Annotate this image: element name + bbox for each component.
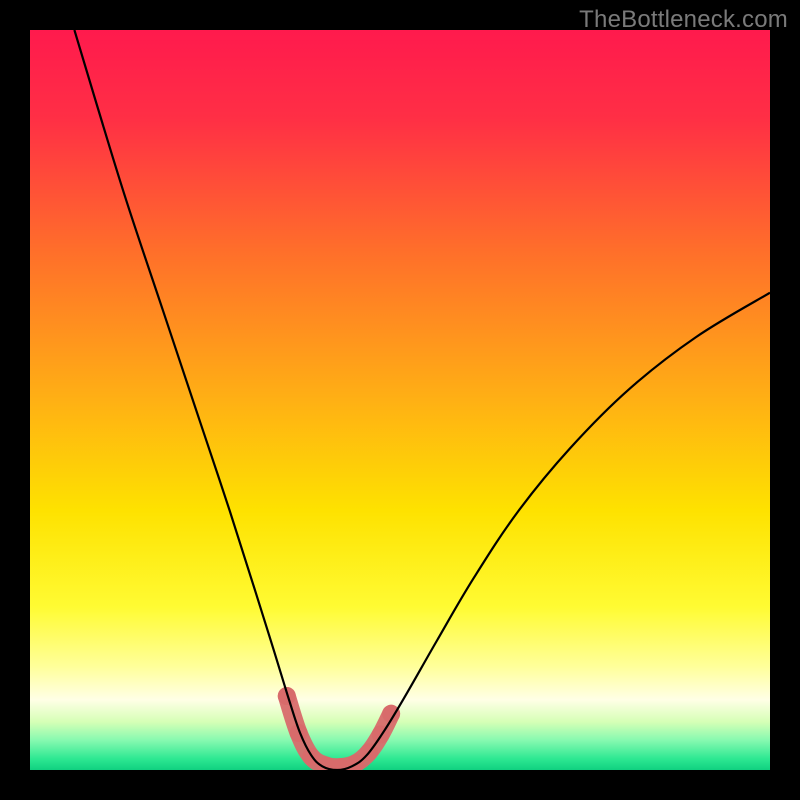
plot-area [30, 30, 770, 770]
bottleneck-curve [74, 30, 770, 770]
curves-layer [30, 30, 770, 770]
watermark-label: TheBottleneck.com [579, 6, 788, 34]
